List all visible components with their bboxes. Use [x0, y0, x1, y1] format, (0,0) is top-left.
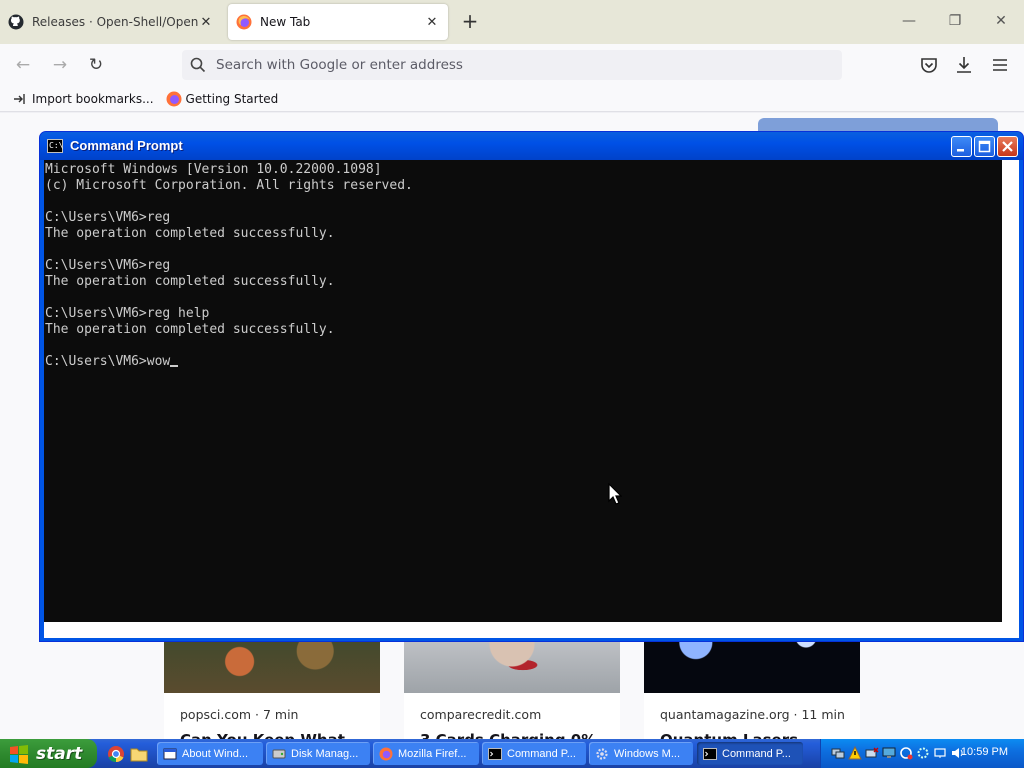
warning-icon[interactable]: [848, 746, 862, 760]
taskbar-item-label: Command P...: [722, 747, 791, 760]
taskbar-item-command-prompt-active[interactable]: Command P...: [697, 742, 803, 765]
windows-flag-icon: [10, 744, 28, 764]
settings-icon[interactable]: [916, 746, 930, 760]
tab-close-icon[interactable]: ✕: [424, 15, 440, 30]
system-tray: 10:59 PM: [820, 739, 1024, 768]
taskbar-item-firefox[interactable]: Mozilla Firef...: [373, 742, 479, 765]
close-window-icon[interactable]: ✕: [992, 12, 1010, 30]
tab-title: New Tab: [260, 15, 311, 29]
cmd-line: The operation completed successfully.: [45, 322, 335, 337]
menu-icon[interactable]: [989, 54, 1011, 76]
chrome-icon[interactable]: [107, 745, 125, 763]
network-icon[interactable]: [831, 746, 845, 760]
story-card[interactable]: quantamagazine.org · 11 min Quantum Lase…: [644, 623, 860, 753]
cmd-line: [45, 290, 413, 306]
taskbar-item-label: Windows M...: [614, 747, 681, 760]
cmd-line: C:\Users\VM6>reg help: [45, 306, 210, 321]
story-card[interactable]: popsci.com · 7 min Can You Keep What...: [164, 623, 380, 753]
cmd-line: [45, 194, 413, 210]
cmd-line: C:\Users\VM6>reg: [45, 258, 171, 273]
tab-new-tab[interactable]: New Tab ✕: [228, 4, 448, 40]
taskbar-item-command-prompt[interactable]: Command P...: [482, 742, 586, 765]
text-cursor: [170, 365, 179, 367]
cmd-console[interactable]: Microsoft Windows [Version 10.0.22000.10…: [44, 160, 1019, 638]
monitor-icon[interactable]: [933, 746, 947, 760]
firefox-icon: [236, 14, 252, 30]
cmd-minimize-button[interactable]: [951, 136, 972, 157]
search-icon: [190, 57, 206, 73]
bookmark-label: Import bookmarks...: [32, 91, 154, 106]
address-placeholder: Search with Google or enter address: [216, 57, 463, 73]
story-source: quantamagazine.org · 11 min: [660, 707, 845, 722]
story-card[interactable]: comparecredit.com 3 Cards Charging 0%...: [404, 623, 620, 753]
taskbar-item-label: Disk Manag...: [291, 747, 359, 760]
display-icon[interactable]: [882, 746, 896, 760]
restore-icon[interactable]: ❐: [946, 12, 964, 30]
cmd-line: [45, 338, 413, 354]
taskbar-item-label: Mozilla Firef...: [398, 747, 467, 760]
clock[interactable]: 10:59 PM: [961, 746, 1008, 758]
address-bar[interactable]: Search with Google or enter address: [182, 50, 842, 80]
tab-title: Releases · Open-Shell/Open-Shell-Menu: [32, 15, 198, 29]
minimize-icon: [957, 149, 964, 152]
cmd-icon: [488, 747, 502, 760]
mouse-pointer-icon: [608, 483, 622, 505]
cmd-prompt-line[interactable]: C:\Users\VM6>wow: [45, 354, 413, 370]
browser-navbar: ← → ↻ Search with Google or enter addres…: [0, 44, 1024, 86]
bookmark-label: Getting Started: [185, 91, 279, 106]
browser-tabbar: Releases · Open-Shell/Open-Shell-Menu ✕ …: [0, 0, 1024, 44]
start-button[interactable]: start: [0, 739, 97, 768]
network-disconnected-icon[interactable]: [865, 746, 879, 760]
folder-icon[interactable]: [130, 745, 148, 763]
download-icon[interactable]: [953, 54, 975, 76]
close-icon: [1002, 141, 1013, 152]
forward-icon[interactable]: →: [49, 54, 71, 76]
taskbar-item-about-windows[interactable]: About Wind...: [157, 742, 263, 765]
start-label: start: [36, 743, 83, 764]
cmd-prompt: C:\Users\VM6>wow: [45, 354, 171, 369]
cmd-icon: C:\: [47, 139, 63, 153]
gear-icon: [596, 747, 608, 760]
cmd-line: Microsoft Windows [Version 10.0.22000.10…: [45, 162, 382, 177]
cmd-line: (c) Microsoft Corporation. All rights re…: [45, 178, 413, 193]
back-icon[interactable]: ←: [12, 54, 34, 76]
taskbar-item-disk-management[interactable]: Disk Manag...: [266, 742, 370, 765]
taskbar: start About Wind... Disk Manag... Mozill…: [0, 739, 1024, 768]
firefox-icon: [166, 91, 182, 106]
reload-icon[interactable]: ↻: [85, 54, 107, 76]
cmd-output: Microsoft Windows [Version 10.0.22000.10…: [45, 162, 413, 370]
cmd-line: The operation completed successfully.: [45, 226, 335, 241]
pocket-icon[interactable]: [918, 54, 940, 76]
bookmarks-bar: Import bookmarks... Getting Started: [0, 86, 1024, 112]
cmd-maximize-button[interactable]: [974, 136, 995, 157]
new-tab-button[interactable]: +: [458, 10, 482, 34]
window-icon: [163, 748, 177, 759]
cmd-line: The operation completed successfully.: [45, 274, 335, 289]
command-prompt-window[interactable]: C:\ Command Prompt Microsoft Windows [Ve…: [39, 131, 1024, 642]
story-source: comparecredit.com: [420, 707, 542, 722]
taskbar-item-label: Command P...: [507, 747, 576, 760]
cmd-close-button[interactable]: [997, 136, 1018, 157]
cmd-titlebar[interactable]: C:\ Command Prompt: [40, 132, 1023, 160]
cmd-line: [45, 242, 413, 258]
firefox-icon: [379, 747, 393, 760]
disk-icon: [272, 749, 286, 758]
cmd-horizontal-scrollbar[interactable]: [44, 622, 1019, 638]
github-icon: [8, 14, 24, 30]
story-source: popsci.com · 7 min: [180, 707, 299, 722]
tab-releases[interactable]: Releases · Open-Shell/Open-Shell-Menu ✕: [0, 4, 222, 40]
taskbar-item-windows-m[interactable]: Windows M...: [589, 742, 693, 765]
taskbar-item-label: About Wind...: [182, 747, 249, 760]
maximize-icon: [978, 140, 991, 153]
cmd-icon: [703, 747, 717, 760]
bookmark-import[interactable]: Import bookmarks...: [12, 91, 154, 107]
cmd-line: C:\Users\VM6>reg: [45, 210, 171, 225]
cmd-title: Command Prompt: [70, 138, 183, 153]
refresh-icon[interactable]: [899, 746, 913, 760]
cmd-vertical-scrollbar[interactable]: [1002, 160, 1019, 622]
minimize-icon[interactable]: —: [900, 12, 918, 30]
bookmark-getting-started[interactable]: Getting Started: [166, 91, 279, 107]
tab-close-icon[interactable]: ✕: [198, 15, 214, 30]
import-icon: [14, 93, 25, 104]
